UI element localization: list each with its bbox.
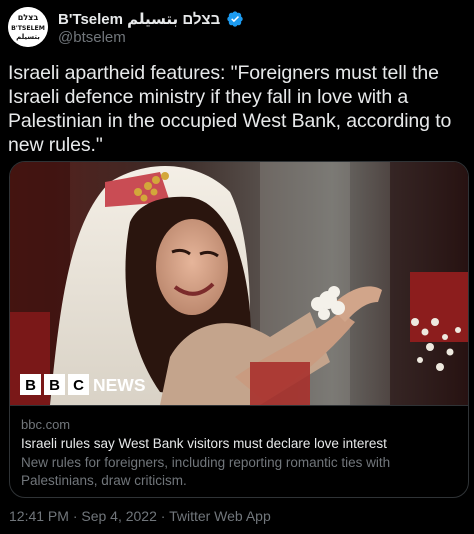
article-image[interactable]: B B C NEWS [10,162,469,405]
tweet-text: Israeli apartheid features: "Foreigners … [8,62,452,156]
btselem-logo-icon: בצלם B'TSELEM بتسيلم [8,7,48,47]
bbc-news-word: NEWS [93,375,146,395]
tweet-timestamp[interactable]: 12:41 PM · Sep 4, 2022 · Twitter Web App [9,508,271,524]
card-description: New rules for foreigners, including repo… [21,455,391,488]
verified-badge-icon [227,11,243,27]
name-row: B'Tselem בצלם بتسيلم [58,10,244,28]
handle[interactable]: @btselem [58,29,126,46]
card-title[interactable]: Israeli rules say West Bank visitors mus… [21,434,459,453]
card-domain: bbc.com [21,417,71,432]
bbc-news-badge: B B C NEWS [20,374,146,395]
bbc-letter-3: C [73,377,84,394]
avatar-text-mid: B'TSELEM [11,25,45,32]
card-info: bbc.com Israeli rules say West Bank visi… [10,405,468,497]
bbc-letter-2: B [49,377,60,394]
avatar[interactable]: בצלם B'TSELEM بتسيلم [8,7,48,47]
avatar-text-bottom: بتسيلم [16,33,40,41]
bbc-letter-1: B [25,377,36,394]
display-name[interactable]: B'Tselem בצלם بتسيلم [58,10,220,28]
avatar-text-top: בצלם [18,13,39,22]
tweet-header: בצלם B'TSELEM بتسيلم B'Tselem בצלם بتسيل… [0,0,474,56]
link-card[interactable]: B B C NEWS bbc.com Israeli rules say Wes… [9,161,469,498]
